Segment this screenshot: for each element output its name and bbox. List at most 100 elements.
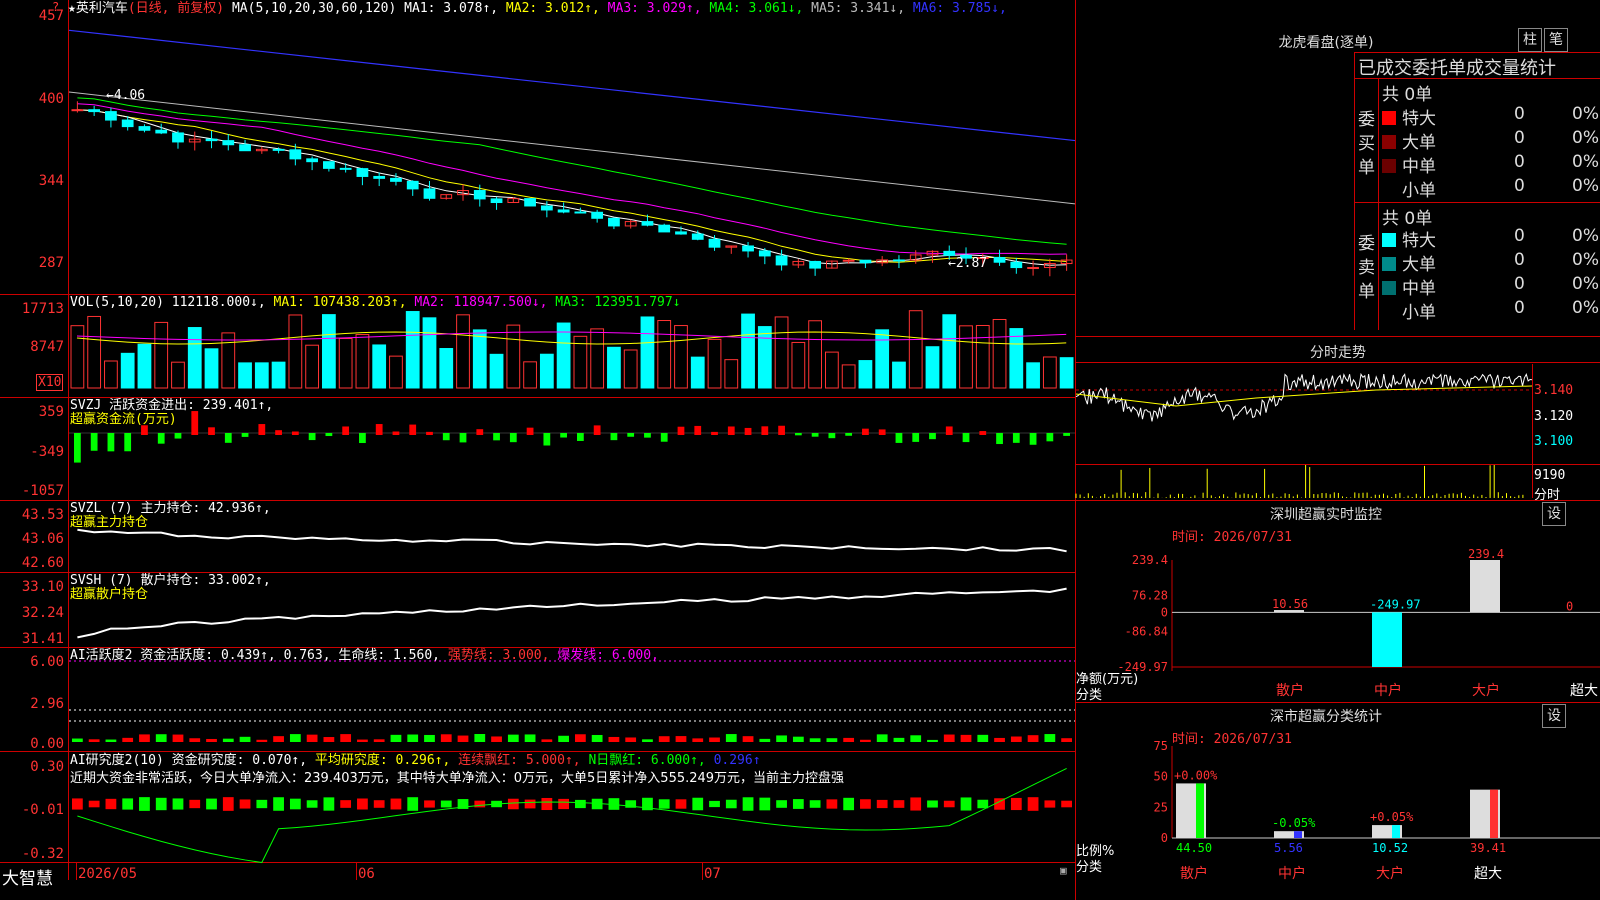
- flow-bar: [141, 425, 148, 435]
- kline-panel[interactable]: ★英利汽车(日线, 前复权) MA(5,10,20,30,60,120) MA1…: [0, 0, 1076, 900]
- order-row: 特大 0 0%: [1382, 104, 1599, 129]
- flow-bar: [74, 433, 81, 463]
- classify-change: -0.05%: [1272, 816, 1316, 830]
- active-bar: [759, 738, 771, 742]
- dragon-subtitle: 已成交委托单成交量统计: [1358, 58, 1556, 79]
- fund-flow-chart[interactable]: [69, 400, 1075, 498]
- volume-bar: [825, 351, 839, 389]
- divider: [1076, 336, 1600, 337]
- active-bar: [289, 734, 301, 742]
- candle-body: [893, 259, 905, 262]
- bar-mode-button[interactable]: 柱: [1518, 28, 1542, 52]
- pane-divider: [0, 862, 1076, 863]
- volume-bar: [154, 321, 169, 389]
- candle-body: [809, 260, 822, 269]
- ai-active-ylabel: 2.96: [30, 696, 64, 712]
- candle-body: [490, 198, 503, 204]
- flow-bar: [945, 426, 953, 435]
- retail-holding-chart[interactable]: [69, 574, 1075, 645]
- brand-logo[interactable]: 大智慧: [2, 864, 53, 889]
- volume-bar: [221, 332, 236, 389]
- vol-unit-badge[interactable]: X10: [36, 374, 64, 391]
- active-bar: [927, 739, 938, 742]
- flow-bar: [929, 433, 936, 440]
- candle-body: [390, 177, 402, 182]
- volume-bar: [204, 348, 219, 389]
- lock-icon[interactable]: ▣: [1060, 864, 1067, 877]
- tick-mode-button[interactable]: 笔: [1544, 28, 1568, 52]
- intraday-chart[interactable]: [1075, 364, 1533, 498]
- svsh-ylabel: 31.41: [21, 631, 64, 647]
- buy-total: 共 0单: [1382, 85, 1433, 105]
- monitor-title: 深圳超赢实时监控: [1270, 507, 1382, 523]
- active-bar: [139, 734, 150, 742]
- flow-bar: [90, 433, 98, 451]
- research-line: [77, 767, 1067, 864]
- candle-body: [540, 205, 553, 211]
- date-tick: [76, 862, 77, 880]
- candle-body: [289, 149, 302, 160]
- flow-bar: [107, 433, 115, 452]
- active-bar: [977, 734, 989, 742]
- monitor-xlabel: 分类: [1076, 688, 1103, 703]
- row-label: 特大: [1402, 231, 1436, 251]
- active-bar: [725, 734, 737, 742]
- active-bar: [642, 739, 653, 742]
- classify-value: 39.41: [1470, 841, 1506, 855]
- flow-bar: [426, 431, 433, 435]
- active-bar: [507, 734, 519, 742]
- research-bar: [424, 800, 435, 808]
- row-pct: 0%: [1572, 104, 1599, 124]
- order-row: 大单 0 0%: [1382, 250, 1599, 275]
- classify-bar-chart[interactable]: 75 50 25 0 +0.00% 44.50 散户 -0.05% 5.56 中户 +0.05% 10…: [1076, 739, 1600, 900]
- row-label: 中单: [1402, 157, 1436, 177]
- research-bar: [960, 797, 972, 811]
- date-axis-label: 2026/05: [78, 866, 138, 882]
- volume-bar: [137, 343, 152, 389]
- research-bar: [1010, 797, 1022, 811]
- research-bar: [289, 798, 301, 810]
- candlestick-chart[interactable]: [68, 14, 1076, 292]
- row-label: 中单: [1402, 279, 1436, 299]
- monitor-bar-chart[interactable]: 239.476.280-86.84-249.9710.56散户-249.97中户…: [1076, 540, 1600, 700]
- volume-bar: [875, 329, 890, 389]
- research-bar: [88, 800, 100, 808]
- volume-bar: [791, 341, 806, 389]
- svsh-ylabel: 32.24: [21, 605, 64, 621]
- row-label: 小单: [1402, 303, 1436, 323]
- divider: [1354, 78, 1600, 79]
- volume-bar: [959, 325, 973, 389]
- volume-bar: [305, 344, 320, 389]
- main-holding-chart[interactable]: [69, 502, 1075, 570]
- classify-settings-button[interactable]: 设: [1542, 704, 1566, 728]
- monitor-settings-button[interactable]: 设: [1542, 502, 1566, 526]
- ma-line: [77, 97, 1067, 245]
- active-bar: [88, 739, 100, 742]
- flow-bar: [275, 430, 282, 435]
- active-bar: [943, 734, 955, 742]
- color-swatch: [1382, 111, 1396, 125]
- ai-active-ylabel: 0.00: [30, 736, 64, 752]
- research-bar: [893, 800, 905, 808]
- active-bar: [256, 739, 268, 742]
- active-bar: [524, 734, 536, 742]
- ai-research-chart[interactable]: [69, 754, 1075, 864]
- candle-body: [943, 250, 956, 256]
- date-axis-label: 07: [704, 866, 721, 882]
- candle-body: [323, 161, 335, 169]
- flow-bar: [878, 429, 886, 435]
- volume-chart[interactable]: [69, 310, 1075, 390]
- ai-active-ylabel: 6.00: [30, 654, 64, 670]
- order-row: 中单 0 0%: [1382, 152, 1599, 177]
- volume-bar: [422, 317, 437, 389]
- monitor-ytick: 76.28: [1132, 589, 1168, 603]
- candle-body: [339, 167, 352, 170]
- ai-active-chart[interactable]: [69, 650, 1075, 750]
- research-bar: [206, 798, 217, 810]
- research-bar: [876, 799, 888, 809]
- active-bar: [72, 738, 83, 742]
- volume-bar: [120, 352, 135, 389]
- active-bar: [876, 734, 888, 742]
- active-bar: [122, 737, 134, 742]
- research-bar: [524, 799, 536, 809]
